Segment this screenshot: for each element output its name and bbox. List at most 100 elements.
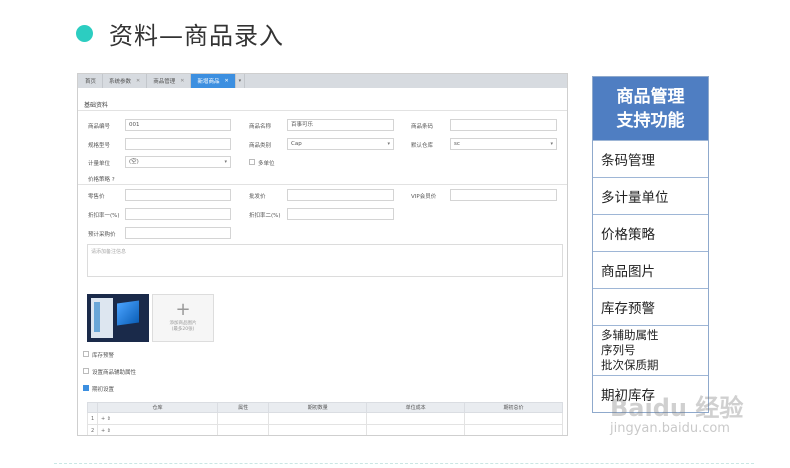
- vip-label: VIP会员价: [411, 194, 437, 200]
- discount2-label: 折扣率二(%): [249, 213, 281, 219]
- multi-unit-checkbox[interactable]: [249, 159, 255, 165]
- baidu-watermark: Baidu 经验 jingyan.baidu.com: [610, 388, 760, 438]
- tab-home[interactable]: 首页: [79, 74, 104, 88]
- feature-aux-attr: 多辅助属性: [601, 328, 659, 342]
- barcode-input[interactable]: [450, 119, 557, 131]
- model-label: 规格型号: [88, 143, 111, 149]
- unit-select[interactable]: (空): [125, 156, 231, 168]
- category-select[interactable]: Cap: [287, 138, 394, 150]
- tab-label: 首页: [85, 79, 97, 85]
- window-pane: [91, 298, 113, 338]
- feature-serial: 序列号: [601, 343, 636, 357]
- aux-attr-checkbox[interactable]: [83, 368, 89, 374]
- category-label: 商品类别: [249, 143, 272, 149]
- tab-label: 商品管理: [153, 79, 176, 85]
- price-strategy-label: 价格策略 ?: [88, 177, 115, 183]
- panel-header: 商品管理 支持功能: [593, 77, 708, 140]
- initial-stock-table: 仓库 属性 期初数量 单位成本 期初总价 1 + ⇕ 2 + ⇕: [87, 402, 563, 435]
- model-input[interactable]: [125, 138, 231, 150]
- table-cell[interactable]: [464, 424, 563, 435]
- tab-product-management[interactable]: 商品管理 ✕: [147, 74, 192, 88]
- feature-product-image: 商品图片: [593, 251, 708, 288]
- tab-system-params[interactable]: 系统参数 ✕: [103, 74, 148, 88]
- table-header: 仓库 属性 期初数量 单位成本 期初总价: [87, 402, 563, 413]
- table-cell[interactable]: [464, 412, 563, 425]
- windows-logo-icon: [117, 300, 139, 326]
- retail-price-input[interactable]: [125, 189, 231, 201]
- discount2-input[interactable]: [287, 208, 394, 220]
- table-cell[interactable]: [366, 412, 466, 425]
- panel-header-line1: 商品管理: [616, 86, 685, 107]
- table-row: 2 + ⇕: [87, 424, 563, 435]
- barcode-label: 商品条码: [411, 124, 434, 130]
- table-cell[interactable]: [216, 412, 270, 425]
- aux-attr-label: 设置商品辅助属性: [92, 370, 137, 376]
- row-number: 2: [87, 424, 98, 435]
- product-entry-window: 首页 系统参数 ✕ 商品管理 ✕ 新增商品 ✕ ▾ 基础资料 商品编号 001 商品名…: [77, 73, 568, 436]
- close-icon[interactable]: ✕: [136, 78, 140, 84]
- column-header: 单位成本: [366, 402, 466, 413]
- multi-unit-label: 多单位: [258, 161, 275, 167]
- name-input[interactable]: 百事可乐: [287, 119, 394, 131]
- code-input[interactable]: 001: [125, 119, 231, 131]
- close-icon[interactable]: ✕: [224, 78, 228, 84]
- feature-stock-alert: 库存预警: [593, 288, 708, 325]
- code-label: 商品编号: [88, 124, 111, 130]
- unit-label: 计量单位: [88, 161, 111, 167]
- tab-label: 新增商品: [197, 79, 220, 85]
- retail-label: 零售价: [88, 194, 105, 200]
- divider: [78, 110, 567, 111]
- name-label: 商品名称: [249, 124, 272, 130]
- add-image-button[interactable]: + 添加商品图片 (最多20张): [152, 294, 214, 342]
- bottom-divider: [54, 463, 754, 464]
- row-number: 1: [87, 412, 98, 425]
- tab-bar: 首页 系统参数 ✕ 商品管理 ✕ 新增商品 ✕ ▾: [78, 74, 567, 88]
- initial-setting-label: 期初设置: [92, 387, 115, 393]
- remark-textarea[interactable]: 请添加备注信息: [87, 244, 563, 277]
- feature-barcode: 条码管理: [593, 140, 708, 177]
- table-cell[interactable]: [268, 412, 368, 425]
- discount1-label: 折扣率一(%): [88, 213, 120, 219]
- table-cell[interactable]: [366, 424, 466, 435]
- plus-icon: +: [175, 299, 191, 320]
- row-actions[interactable]: + ⇕: [97, 424, 218, 435]
- warehouse-select[interactable]: sc: [450, 138, 557, 150]
- vip-price-input[interactable]: [450, 189, 557, 201]
- feature-multi-unit: 多计量单位: [593, 177, 708, 214]
- column-header: 仓库: [97, 402, 218, 413]
- tab-new-product[interactable]: 新增商品 ✕: [191, 74, 236, 88]
- table-cell[interactable]: [216, 424, 270, 435]
- tab-label: 系统参数: [109, 79, 132, 85]
- chevron-down-icon[interactable]: ▾: [236, 74, 246, 88]
- slide-title-text: 资料—商品录入: [109, 21, 284, 50]
- slide-title: 资料—商品录入: [76, 18, 284, 50]
- row-actions[interactable]: + ⇕: [97, 412, 218, 425]
- column-header: 属性: [216, 402, 270, 413]
- section-title: 基础资料: [84, 102, 109, 109]
- feature-batch: 批次保质期: [601, 358, 659, 372]
- wholesale-label: 批发价: [249, 194, 266, 200]
- wholesale-price-input[interactable]: [287, 189, 394, 201]
- close-icon[interactable]: ✕: [180, 78, 184, 84]
- discount1-input[interactable]: [125, 208, 231, 220]
- feature-aux-serial-batch: 多辅助属性 序列号 批次保质期: [593, 325, 708, 375]
- column-header: 期初数量: [268, 402, 368, 413]
- column-header: [87, 402, 98, 413]
- divider: [78, 184, 567, 185]
- feature-price-strategy: 价格策略: [593, 214, 708, 251]
- table-row: 1 + ⇕: [87, 412, 563, 425]
- bullet-dot: [76, 24, 93, 42]
- table-cell[interactable]: [268, 424, 368, 435]
- feature-panel: 商品管理 支持功能 条码管理 多计量单位 价格策略 商品图片 库存预警 多辅助属…: [592, 76, 709, 413]
- watermark-url: jingyan.baidu.com: [610, 421, 730, 436]
- panel-header-line2: 支持功能: [616, 110, 685, 131]
- product-image-thumbnail[interactable]: [87, 294, 149, 342]
- purchase-label: 预计采购价: [88, 232, 116, 238]
- warehouse-label: 默认仓库: [411, 143, 434, 149]
- initial-setting-checkbox[interactable]: [83, 385, 89, 391]
- stock-alert-label: 库存预警: [92, 353, 115, 359]
- add-image-limit: (最多20张): [171, 327, 195, 332]
- stock-alert-checkbox[interactable]: [83, 351, 89, 357]
- watermark-brand: Baidu 经验: [610, 394, 744, 422]
- purchase-price-input[interactable]: [125, 227, 231, 239]
